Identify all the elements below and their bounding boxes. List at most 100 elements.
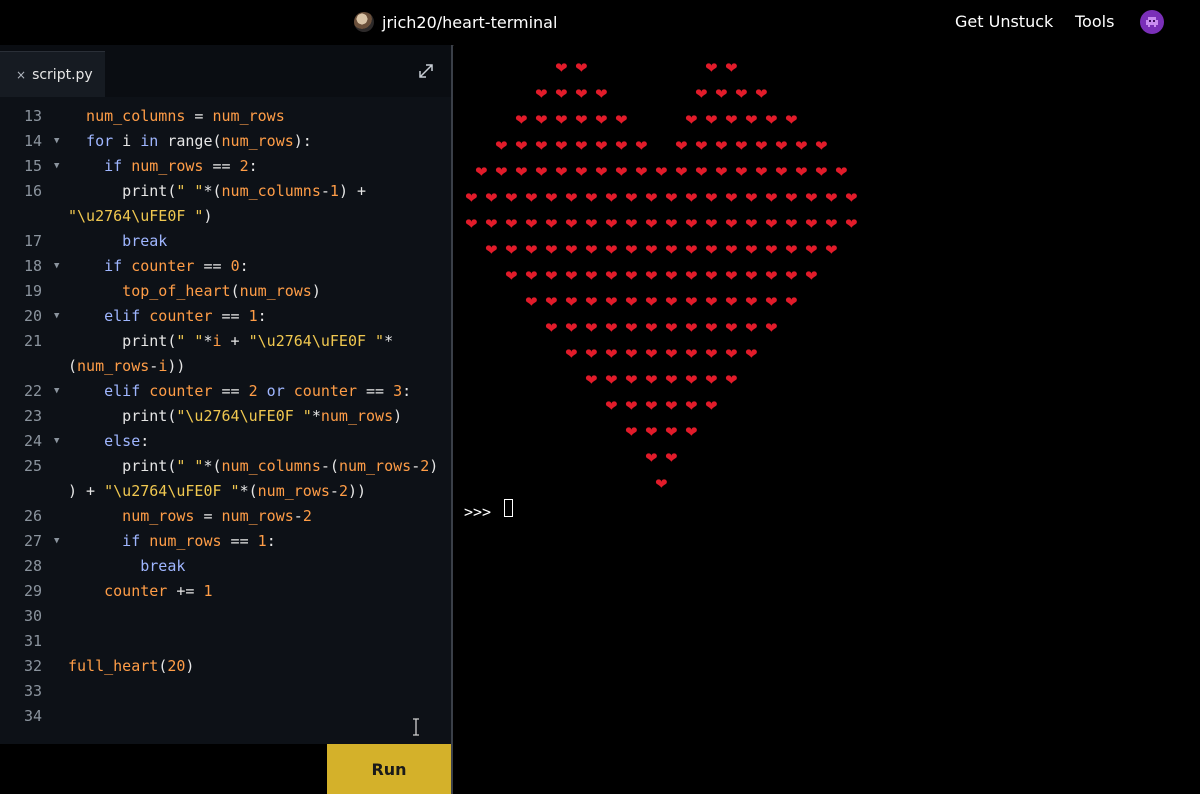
top-bar: jrich20/heart-terminal Get Unstuck Tools	[0, 0, 1200, 46]
get-unstuck-link[interactable]: Get Unstuck	[955, 12, 1053, 31]
heart-emoji: ❤	[735, 163, 748, 181]
code-area[interactable]: 12 counter = 013 num_columns = num_rows1…	[0, 97, 451, 744]
heart-emoji: ❤	[575, 137, 588, 155]
tab-script-py[interactable]: × script.py	[0, 51, 105, 98]
heart-emoji: ❤	[605, 215, 618, 233]
code-line[interactable]: 18 ▼ if counter == 0:	[0, 254, 451, 279]
code-text: elif counter == 2 or counter == 3:	[68, 382, 412, 400]
code-line[interactable]: "\u2764\uFE0F ")	[0, 204, 451, 229]
close-tab-icon[interactable]: ×	[16, 68, 26, 82]
fold-arrow-icon[interactable]: ▼	[54, 429, 59, 454]
code-line[interactable]: 32 full_heart(20)	[0, 654, 451, 679]
heart-emoji: ❤	[575, 85, 588, 103]
line-number: 22	[23, 382, 42, 400]
code-line[interactable]: 22 ▼ elif counter == 2 or counter == 3:	[0, 379, 451, 404]
fold-arrow-icon[interactable]: ▼	[54, 254, 59, 279]
heart-emoji: ❤	[565, 293, 578, 311]
project-title-area[interactable]: jrich20/heart-terminal	[354, 11, 557, 33]
terminal-cursor[interactable]	[504, 499, 513, 517]
code-line[interactable]: 25 print(" "*(num_columns-(num_rows-2)	[0, 454, 451, 479]
heart-emoji: ❤	[825, 215, 838, 233]
code-line[interactable]: 16 print(" "*(num_columns-1) +	[0, 179, 451, 204]
line-number: 15	[23, 157, 42, 175]
heart-emoji: ❤	[545, 293, 558, 311]
user-avatar-icon[interactable]	[1140, 10, 1164, 34]
fold-arrow-icon[interactable]: ▼	[54, 304, 59, 329]
run-button[interactable]: Run	[327, 744, 451, 794]
heart-emoji: ❤	[725, 59, 738, 77]
heart-emoji: ❤	[745, 111, 758, 129]
code-line[interactable]: 33	[0, 679, 451, 704]
code-line[interactable]: 29 counter += 1	[0, 579, 451, 604]
heart-emoji: ❤	[485, 189, 498, 207]
code-line[interactable]: 30	[0, 604, 451, 629]
code-line[interactable]: 26 num_rows = num_rows-2	[0, 504, 451, 529]
code-line[interactable]: 27 ▼ if num_rows == 1:	[0, 529, 451, 554]
heart-emoji: ❤	[665, 397, 678, 415]
code-line[interactable]: 14 ▼ for i in range(num_rows):	[0, 129, 451, 154]
code-line[interactable]: 17 break	[0, 229, 451, 254]
expand-icon[interactable]	[417, 62, 435, 80]
code-line[interactable]: ) + "\u2764\uFE0F "*(num_rows-2))	[0, 479, 451, 504]
heart-emoji: ❤	[685, 241, 698, 259]
code-line[interactable]: 15 ▼ if num_rows == 2:	[0, 154, 451, 179]
heart-emoji: ❤	[505, 215, 518, 233]
heart-emoji: ❤	[575, 111, 588, 129]
heart-emoji: ❤	[685, 397, 698, 415]
code-text: if num_rows == 1:	[68, 532, 276, 550]
terminal-output[interactable]: >>> ❤ ❤ ❤ ❤ ❤ ❤ ❤ ❤ ❤ ❤ ❤ ❤ ❤ ❤ ❤ ❤ ❤ ❤ ❤ ❤ ❤ ❤ ❤ ❤ ❤ ❤ ❤ ❤ ❤ ❤ ❤ ❤ ❤ ❤ ❤ ❤…	[454, 45, 1200, 794]
project-title[interactable]: jrich20/heart-terminal	[382, 13, 557, 32]
heart-emoji: ❤	[585, 293, 598, 311]
heart-emoji: ❤	[515, 111, 528, 129]
tab-label[interactable]: script.py	[32, 67, 93, 83]
heart-emoji: ❤	[565, 241, 578, 259]
heart-emoji: ❤	[725, 111, 738, 129]
heart-emoji: ❤	[555, 59, 568, 77]
fold-arrow-icon[interactable]: ▼	[54, 129, 59, 154]
line-number: 21	[23, 332, 42, 350]
code-text: break	[68, 232, 168, 250]
avatar[interactable]	[354, 12, 374, 32]
heart-emoji: ❤	[495, 137, 508, 155]
heart-emoji: ❤	[845, 189, 858, 207]
code-line[interactable]: 19 top_of_heart(num_rows)	[0, 279, 451, 304]
heart-emoji: ❤	[815, 137, 828, 155]
heart-emoji: ❤	[785, 111, 798, 129]
heart-emoji: ❤	[805, 215, 818, 233]
heart-emoji: ❤	[485, 241, 498, 259]
heart-emoji: ❤	[745, 241, 758, 259]
code-line[interactable]: 24 ▼ else:	[0, 429, 451, 454]
fold-arrow-icon[interactable]: ▼	[54, 379, 59, 404]
fold-arrow-icon[interactable]: ▼	[54, 154, 59, 179]
heart-emoji: ❤	[605, 319, 618, 337]
code-line[interactable]: 23 print("\u2764\uFE0F "*num_rows)	[0, 404, 451, 429]
heart-emoji: ❤	[625, 241, 638, 259]
line-number: 13	[23, 107, 42, 125]
line-number: 34	[23, 707, 42, 725]
heart-emoji: ❤	[595, 163, 608, 181]
code-line[interactable]: 21 print(" "*i + "\u2764\uFE0F "*	[0, 329, 451, 354]
heart-emoji: ❤	[625, 345, 638, 363]
heart-emoji: ❤	[625, 215, 638, 233]
code-line[interactable]: 34	[0, 704, 451, 729]
code-text: counter += 1	[68, 582, 213, 600]
editor-tab-bar: × script.py	[0, 45, 451, 98]
code-line[interactable]: 12 counter = 0	[0, 97, 451, 104]
heart-emoji: ❤	[535, 163, 548, 181]
line-number: 16	[23, 182, 42, 200]
code-line[interactable]: 31	[0, 629, 451, 654]
heart-emoji: ❤	[665, 215, 678, 233]
code-line[interactable]: 28 break	[0, 554, 451, 579]
fold-arrow-icon[interactable]: ▼	[54, 529, 59, 554]
heart-emoji: ❤	[595, 111, 608, 129]
heart-emoji: ❤	[765, 319, 778, 337]
heart-emoji: ❤	[825, 241, 838, 259]
heart-emoji: ❤	[545, 319, 558, 337]
code-line[interactable]: 13 num_columns = num_rows	[0, 104, 451, 129]
tools-link[interactable]: Tools	[1075, 12, 1114, 31]
heart-emoji: ❤	[465, 215, 478, 233]
code-line[interactable]: (num_rows-i))	[0, 354, 451, 379]
heart-emoji: ❤	[645, 397, 658, 415]
code-line[interactable]: 20 ▼ elif counter == 1:	[0, 304, 451, 329]
code-text: "\u2764\uFE0F ")	[68, 207, 213, 225]
